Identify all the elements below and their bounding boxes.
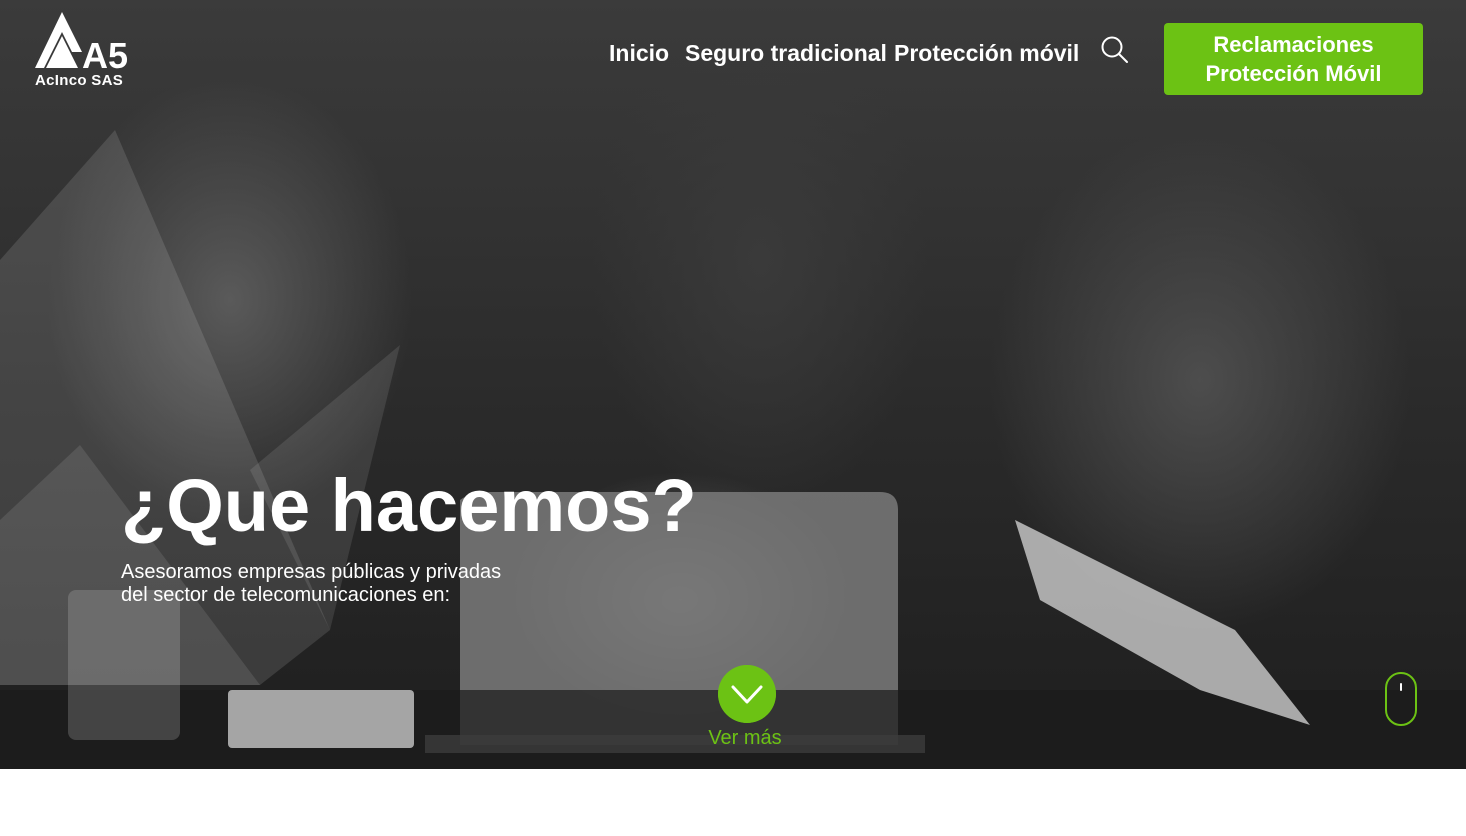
nav-item-seguro-tradicional[interactable]: Seguro tradicional <box>685 38 887 68</box>
claims-button-line1: Reclamaciones <box>1213 32 1374 57</box>
claims-button-line2: Protección Móvil <box>1205 61 1382 86</box>
hero-subtitle-line2: del sector de telecomunicaciones en: <box>121 584 451 606</box>
content-area <box>0 769 1466 836</box>
hero-subtitle: Asesoramos empresas públicas y privadas … <box>121 561 561 607</box>
hero-background-graphic <box>0 130 1466 769</box>
chevron-down-icon[interactable] <box>718 665 776 723</box>
page-title: ¿Que hacemos? <box>121 464 697 547</box>
hero-section: A5 AcInco SAS Inicio Seguro tradicional … <box>0 0 1466 769</box>
nav-item-inicio[interactable]: Inicio <box>609 38 669 68</box>
search-icon[interactable] <box>1100 35 1130 65</box>
mouse-scroll-icon <box>1385 672 1417 726</box>
nav-item-proteccion-movil[interactable]: Protección móvil <box>894 38 1079 68</box>
claims-button[interactable]: Reclamaciones Protección Móvil <box>1164 23 1423 95</box>
hero-subtitle-line1: Asesoramos empresas públicas y privadas <box>121 561 502 583</box>
logo-mark-text: A5 <box>82 35 128 76</box>
see-more-link[interactable]: Ver más <box>695 726 795 750</box>
logo-company-name: AcInco SAS <box>35 72 124 89</box>
